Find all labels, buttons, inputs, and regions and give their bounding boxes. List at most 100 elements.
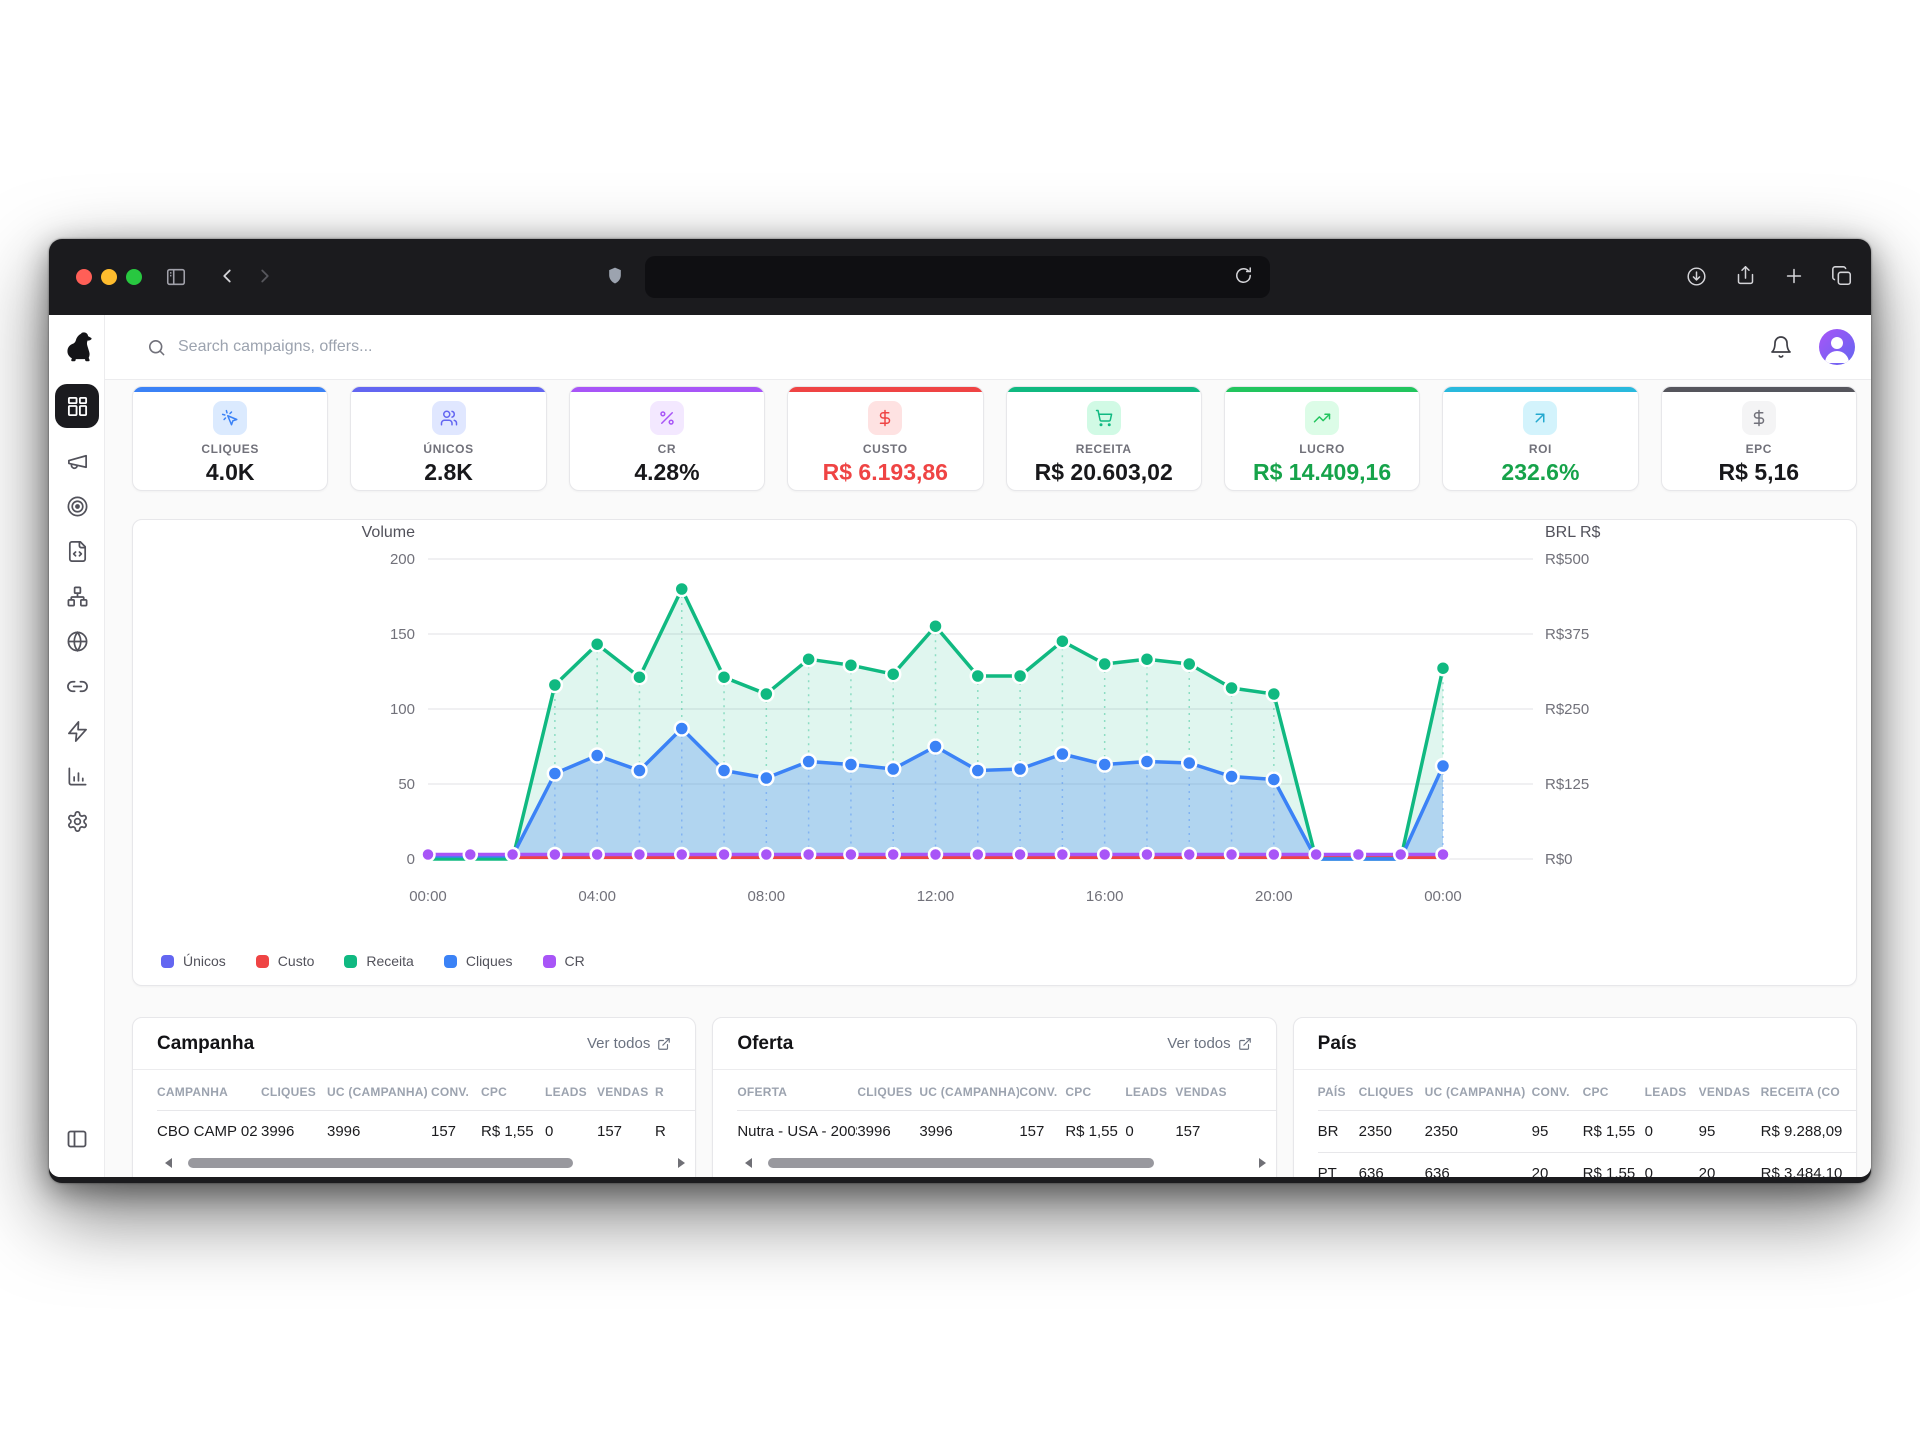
table-cell: 95: [1699, 1123, 1761, 1140]
column-header: UC (CAMPANHA): [327, 1085, 431, 1099]
accent-bar: [1443, 387, 1637, 392]
sidebar-toggle-icon[interactable]: [165, 266, 187, 288]
external-link-icon: [657, 1037, 671, 1051]
svg-text:R$500: R$500: [1545, 551, 1589, 568]
kpi-card-cr[interactable]: CR 4.28%: [569, 386, 765, 491]
notifications-bell-icon[interactable]: [1769, 335, 1793, 359]
dollar-icon: [1742, 401, 1776, 435]
column-header: LEADS: [1125, 1085, 1175, 1099]
forward-button-icon[interactable]: [254, 265, 276, 287]
volume-revenue-chart[interactable]: 200R$500150R$375100R$25050R$1250R$0Volum…: [132, 519, 1857, 986]
table-row[interactable]: CBO CAMP 0239963996157R$ 1,550157R: [157, 1110, 695, 1152]
accent-bar: [1007, 387, 1201, 392]
url-address-bar[interactable]: [645, 256, 1270, 298]
sidebar-item-landing-pages[interactable]: [55, 539, 99, 563]
downloads-icon[interactable]: [1686, 266, 1707, 287]
collapse-sidebar-icon[interactable]: [65, 1127, 89, 1151]
column-header: CLIQUES: [1359, 1085, 1425, 1099]
back-button-icon[interactable]: [216, 265, 238, 287]
accent-bar: [570, 387, 764, 392]
shopping-cart-icon: [1087, 401, 1121, 435]
sidebar-item-campaigns[interactable]: [55, 449, 99, 473]
kpi-label: RECEITA: [1007, 442, 1201, 456]
legend-swatch: [543, 955, 556, 968]
table-row[interactable]: PT63663620R$ 1,55020R$ 3.484,10: [1318, 1152, 1856, 1177]
column-header: CPC: [481, 1085, 545, 1099]
kpi-label: ROI: [1443, 442, 1637, 456]
legend-item[interactable]: CR: [543, 953, 585, 969]
kpi-card-custo[interactable]: CUSTO R$ 6.193,86: [787, 386, 983, 491]
legend-item[interactable]: Cliques: [444, 953, 513, 969]
scrollbar-track[interactable]: [178, 1158, 672, 1168]
sidebar-item-automation[interactable]: [55, 719, 99, 743]
svg-text:20:00: 20:00: [1255, 888, 1293, 905]
zoom-button[interactable]: [126, 269, 142, 285]
table-row[interactable]: Nutra - USA - 200$39963996157R$ 1,550157: [737, 1110, 1275, 1152]
sidebar-item-reports[interactable]: [55, 764, 99, 788]
sidebar-item-links[interactable]: [55, 674, 99, 698]
external-link-icon: [1238, 1037, 1252, 1051]
scroll-right-arrow[interactable]: [1259, 1158, 1266, 1168]
table-cell: 3996: [919, 1123, 1019, 1140]
table-cell: R$ 1,55: [1583, 1123, 1645, 1140]
svg-text:0: 0: [407, 851, 415, 868]
column-header: CPC: [1065, 1085, 1125, 1099]
share-icon[interactable]: [1735, 265, 1756, 286]
ver-todos-link[interactable]: Ver todos: [587, 1035, 671, 1052]
column-header: CPC: [1583, 1085, 1645, 1099]
table-cell: 3996: [261, 1123, 327, 1140]
sidebar-item-dashboard[interactable]: [55, 384, 99, 428]
dog-logo[interactable]: [60, 329, 94, 365]
column-header: VENDAS: [1175, 1085, 1231, 1099]
reload-icon[interactable]: [1234, 266, 1253, 285]
table-cell: R$ 1,55: [1065, 1123, 1125, 1140]
search-input[interactable]: [178, 338, 598, 356]
legend-item[interactable]: Receita: [344, 953, 413, 969]
scrollbar-track[interactable]: [758, 1158, 1252, 1168]
kpi-card-cliques[interactable]: CLIQUES 4.0K: [132, 386, 328, 491]
kpi-card-roi[interactable]: ROI 232.6%: [1442, 386, 1638, 491]
legend-label: Cliques: [466, 953, 513, 969]
close-button[interactable]: [76, 269, 92, 285]
svg-text:16:00: 16:00: [1086, 888, 1124, 905]
table-row[interactable]: BR2350235095R$ 1,55095R$ 9.288,09: [1318, 1110, 1856, 1152]
legend-item[interactable]: Custo: [256, 953, 315, 969]
kpi-card-lucro[interactable]: LUCRO R$ 14.409,16: [1224, 386, 1420, 491]
ver-todos-link[interactable]: Ver todos: [1167, 1035, 1251, 1052]
sidebar-item-settings[interactable]: [55, 809, 99, 833]
dollar-icon: [868, 401, 902, 435]
trending-up-icon: [1305, 401, 1339, 435]
kpi-card-unicos[interactable]: ÚNICOS 2.8K: [350, 386, 546, 491]
svg-text:Volume: Volume: [362, 524, 415, 541]
accent-bar: [1662, 387, 1856, 392]
horizontal-scrollbar[interactable]: [737, 1152, 1275, 1168]
tab-overview-icon[interactable]: [1831, 265, 1853, 287]
kpi-value: R$ 5,16: [1662, 459, 1856, 486]
scrollbar-thumb[interactable]: [188, 1158, 574, 1168]
kpi-card-receita[interactable]: RECEITA R$ 20.603,02: [1006, 386, 1202, 491]
svg-text:BRL R$: BRL R$: [1545, 524, 1601, 541]
user-avatar[interactable]: [1819, 329, 1855, 365]
sidebar-item-domains[interactable]: [55, 629, 99, 653]
app-header: [105, 315, 1871, 380]
chart-legend: Únicos Custo Receita Cliques CR: [161, 953, 585, 969]
sidebar-item-offers[interactable]: [55, 494, 99, 518]
new-tab-icon[interactable]: [1783, 265, 1805, 287]
legend-swatch: [344, 955, 357, 968]
scroll-right-arrow[interactable]: [678, 1158, 685, 1168]
sidebar-nav: [49, 384, 105, 833]
table-cell: 3996: [327, 1123, 431, 1140]
legend-item[interactable]: Únicos: [161, 953, 226, 969]
sidebar-item-funnels[interactable]: [55, 584, 99, 608]
kpi-value: 2.8K: [351, 459, 545, 486]
scroll-left-arrow[interactable]: [165, 1158, 172, 1168]
kpi-card-epc[interactable]: EPC R$ 5,16: [1661, 386, 1857, 491]
shield-icon[interactable]: [605, 265, 625, 287]
scrollbar-thumb[interactable]: [768, 1158, 1154, 1168]
scroll-left-arrow[interactable]: [745, 1158, 752, 1168]
column-header: UC (CAMPANHA): [1425, 1085, 1532, 1099]
oferta-table-card: Oferta Ver todos OFERTACLIQUESUC (CAMPAN…: [712, 1017, 1276, 1177]
minimize-button[interactable]: [101, 269, 117, 285]
kpi-value: R$ 20.603,02: [1007, 459, 1201, 486]
horizontal-scrollbar[interactable]: [157, 1152, 695, 1168]
